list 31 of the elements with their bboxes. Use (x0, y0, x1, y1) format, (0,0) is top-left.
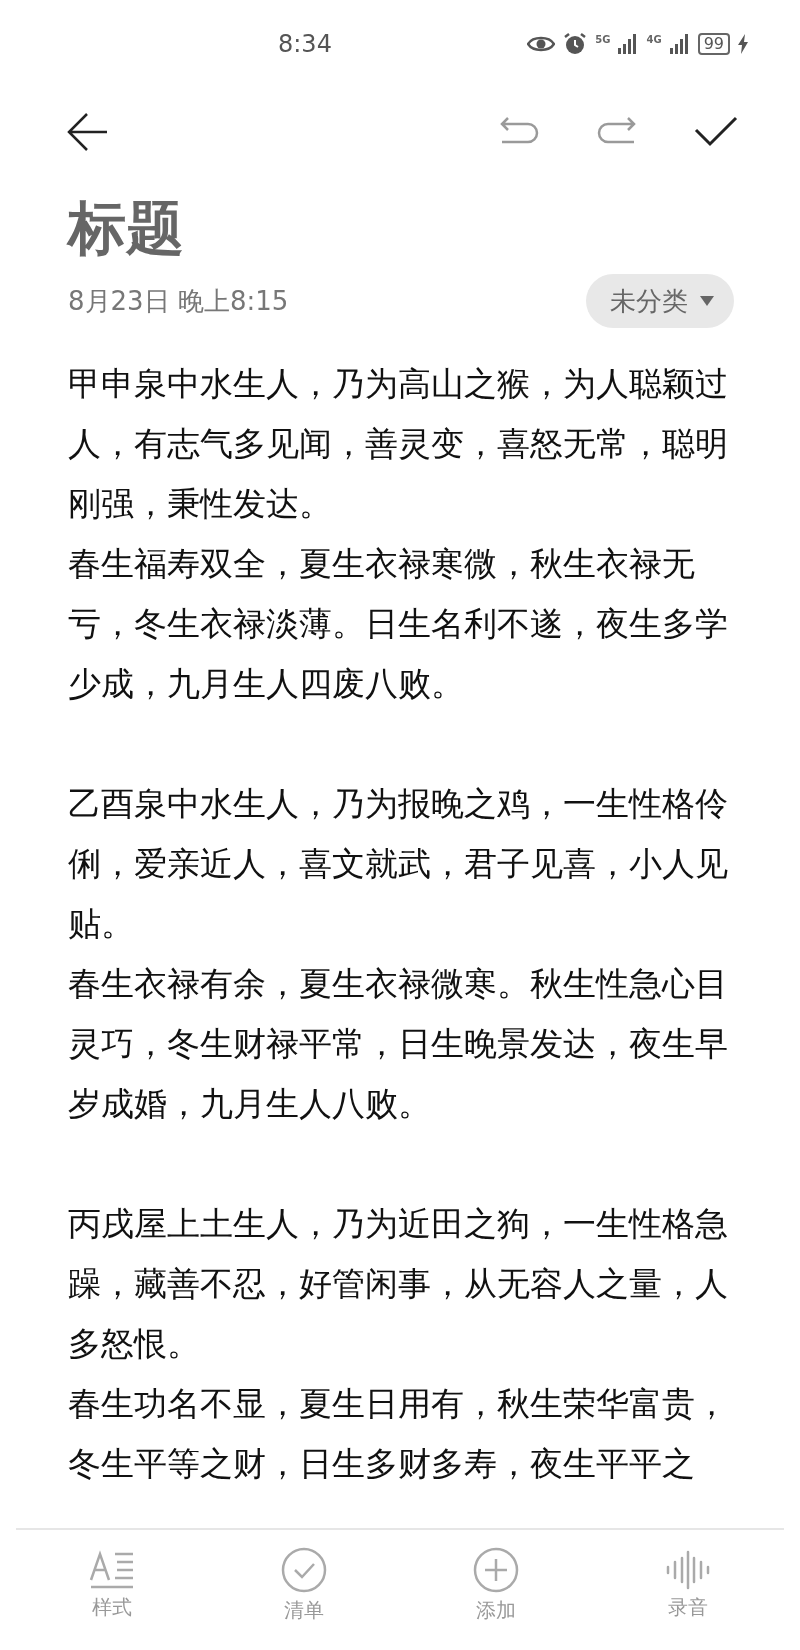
network-type: 5G (595, 34, 611, 45)
battery-level: 99 (697, 33, 730, 55)
signal-icon (618, 34, 639, 54)
check-circle-icon (281, 1546, 327, 1593)
alarm-clock-icon (563, 32, 588, 56)
network-type: 4G (646, 34, 662, 45)
note-paragraph: 乙酉泉中水生人，乃为报晚之鸡，一生性格伶俐，爱亲近人，喜文就武，君子见喜，小人见贴。 (68, 783, 729, 945)
category-dropdown[interactable]: 未分类 (586, 274, 734, 328)
save-button[interactable] (694, 116, 738, 148)
note-paragraph: 春生衣禄有余，夏生衣禄微寒。秋生性急心目灵巧，冬生财禄平常，日生晚景发达，夜生早岁成婚，九月生人八败。 (68, 963, 729, 1125)
back-button[interactable] (66, 112, 108, 152)
text-style-icon (89, 1549, 135, 1590)
toolbar-tab[interactable]: 样式 (16, 1530, 208, 1650)
toolbar-tab[interactable]: 录音 (592, 1530, 784, 1650)
sound-wave-icon (665, 1549, 711, 1590)
note-paragraph: 丙戌屋上土生人，乃为近田之狗，一生性格急躁，藏善不忍，好管闲事，从无容人之量，人多怒恨。 (68, 1203, 729, 1365)
note-title[interactable]: 标题 (0, 176, 800, 272)
note-paragraph: 春生功名不显，夏生日用有，秋生荣华富贵，冬生平等之财，日生多财多寿，夜生平平之 (68, 1383, 729, 1485)
note-paragraph: 甲申泉中水生人，乃为高山之猴，为人聪颖过人，有志气多见闻，善灵变，喜怒无常，聪明刚强，秉性发达。 (68, 363, 729, 525)
eye-icon (527, 35, 556, 53)
toolbar-tab[interactable]: 清单 (208, 1530, 400, 1650)
note-paragraph: 春生福寿双全，夏生衣禄寒微，秋生衣禄无亏，冬生衣禄淡薄。日生名利不遂，夜生多学少成，九月生人四废八败。 (68, 543, 729, 705)
note-date: 8月23日 晚上8:15 (68, 284, 289, 318)
charging-icon (738, 34, 748, 54)
signal-icon (669, 34, 690, 54)
add-circle-icon (473, 1546, 519, 1593)
status-time: 8:34 (278, 30, 333, 58)
checkmark-icon (694, 116, 738, 148)
caret-icon (700, 296, 714, 306)
toolbar-tab[interactable]: 添加 (400, 1530, 592, 1650)
back-arrow-icon (66, 112, 108, 152)
